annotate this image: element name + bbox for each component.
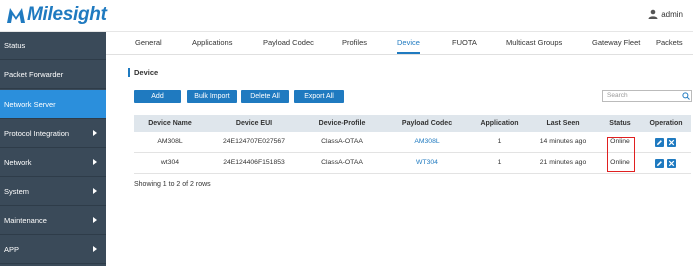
sidebar-item-maintenance[interactable]: Maintenance [0, 207, 106, 235]
column-header[interactable]: Device EUI [206, 115, 302, 132]
bulk-import-button[interactable]: Bulk Import [187, 90, 237, 103]
tab-multicast-groups[interactable]: Multicast Groups [506, 32, 562, 54]
chevron-right-icon [93, 188, 97, 194]
close-icon [668, 139, 675, 146]
last-seen: 14 minutes ago [539, 138, 587, 145]
tab-fuota[interactable]: FUOTA [452, 32, 477, 54]
user-menu[interactable]: admin [648, 9, 683, 19]
sidebar-item-label: Maintenance [4, 216, 47, 225]
page-title: Device [128, 68, 158, 77]
chevron-right-icon [93, 246, 97, 252]
add-button[interactable]: Add [134, 90, 181, 103]
tab-gateway-fleet[interactable]: Gateway Fleet [592, 32, 640, 54]
sidebar-item-packet-forwarder[interactable]: Packet Forwarder [0, 61, 106, 89]
chevron-right-icon [93, 159, 97, 165]
main-content: Device Add Bulk Import Delete All Export… [106, 55, 693, 266]
close-icon [668, 160, 675, 167]
chevron-right-icon [93, 130, 97, 136]
brand-name: Milesight [27, 4, 107, 25]
sidebar-item-label: Status [4, 41, 26, 50]
milesight-logo[interactable]: Milesight [6, 4, 107, 26]
tab-profiles[interactable]: Profiles [342, 32, 367, 54]
sidebar: Status Packet Forwarder Network Server P… [0, 32, 106, 266]
chevron-right-icon [93, 217, 97, 223]
search-icon[interactable] [682, 92, 690, 100]
tab-packets[interactable]: Packets [656, 32, 683, 54]
column-header[interactable]: Device Name [134, 115, 206, 132]
device-profile: ClassA-OTAA [321, 159, 363, 166]
device-name: wt304 [160, 159, 180, 166]
edit-button[interactable] [655, 138, 664, 147]
pagination-summary: Showing 1 to 2 of 2 rows [134, 181, 211, 188]
export-all-button[interactable]: Export All [294, 90, 344, 103]
sidebar-item-protocol-integration[interactable]: Protocol Integration [0, 120, 106, 148]
device-name: AM308L [157, 138, 183, 145]
search-placeholder: Search [607, 92, 628, 99]
device-eui: 24E124707E027567 [223, 138, 285, 145]
tab-general[interactable]: General [135, 32, 162, 54]
sidebar-item-label: Network Server [4, 99, 56, 109]
tab-bar: General Applications Payload Codec Profi… [106, 32, 693, 55]
column-header[interactable]: Status [599, 115, 641, 132]
search-input[interactable]: Search [602, 90, 692, 102]
column-header[interactable]: Application [472, 115, 527, 132]
sidebar-item-status[interactable]: Status [0, 32, 106, 60]
application: 1 [497, 138, 502, 145]
column-header[interactable]: Device-Profile [302, 115, 382, 132]
user-icon [648, 9, 658, 19]
edit-button[interactable] [655, 159, 664, 168]
payload-codec-link[interactable]: AM308L [382, 132, 472, 152]
tab-applications[interactable]: Applications [192, 32, 232, 54]
last-seen: 21 minutes ago [539, 159, 587, 166]
sidebar-item-label: Protocol Integration [4, 129, 70, 138]
payload-codec-link[interactable]: WT304 [382, 153, 472, 173]
milesight-logo-icon [7, 8, 25, 23]
sidebar-item-label: Network [4, 158, 32, 167]
delete-button[interactable] [667, 159, 676, 168]
application: 1 [497, 159, 502, 166]
sidebar-item-label: Packet Forwarder [4, 70, 64, 79]
pencil-icon [657, 161, 662, 166]
tab-payload-codec[interactable]: Payload Codec [263, 32, 314, 54]
sidebar-item-label: System [4, 187, 30, 196]
delete-button[interactable] [667, 138, 676, 147]
username: admin [661, 9, 683, 19]
column-header[interactable]: Last Seen [527, 115, 599, 132]
delete-all-button[interactable]: Delete All [241, 90, 289, 103]
tab-device[interactable]: Device [397, 32, 420, 54]
top-header: Milesight admin [0, 0, 693, 32]
table-header: Device Name Device EUI Device-Profile Pa… [134, 115, 691, 132]
pencil-icon [657, 140, 662, 145]
status-highlight-box [607, 137, 635, 172]
device-eui: 24E124406F151853 [223, 159, 285, 166]
column-header: Operation [649, 120, 683, 127]
device-profile: ClassA-OTAA [321, 138, 363, 145]
sidebar-item-network-server[interactable]: Network Server [0, 90, 106, 119]
sidebar-item-label: APP [4, 245, 20, 254]
sidebar-item-system[interactable]: System [0, 178, 106, 206]
sidebar-item-network[interactable]: Network [0, 149, 106, 177]
column-header[interactable]: Payload Codec [382, 115, 472, 132]
sidebar-item-app[interactable]: APP [0, 236, 106, 264]
